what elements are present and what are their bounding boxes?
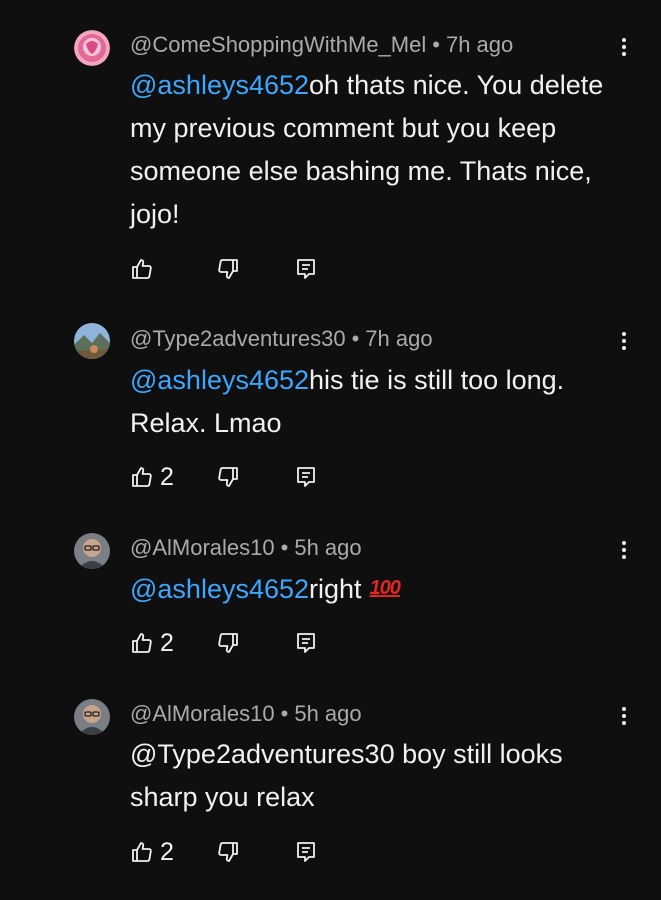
meta-separator: •	[432, 32, 440, 57]
thumbs-up-icon	[132, 842, 152, 862]
comment-body: right	[309, 574, 362, 604]
reply-icon	[297, 467, 315, 487]
comment-time: 7h ago	[445, 32, 514, 57]
like-count: 2	[160, 837, 174, 866]
like-button[interactable]: 2	[130, 628, 216, 658]
like-count: 2	[160, 462, 174, 491]
reply-button[interactable]	[294, 628, 324, 658]
reply-button[interactable]	[294, 837, 324, 867]
meta-separator: •	[280, 535, 289, 560]
hundred-points-emoji: 100	[369, 577, 401, 599]
like-count: 2	[160, 628, 174, 657]
thumbs-down-icon	[218, 842, 238, 862]
comment-body: @Type2adventures30 boy still looks sharp…	[130, 739, 563, 812]
mention-link[interactable]: @ashleys4652	[130, 365, 309, 395]
avatar[interactable]	[74, 699, 110, 735]
dislike-button[interactable]	[216, 837, 294, 867]
reply-icon	[297, 842, 315, 862]
thumbs-down-icon	[218, 467, 238, 487]
more-options-icon[interactable]	[612, 328, 636, 356]
like-button[interactable]: 2	[130, 837, 216, 867]
comment-actions: 2	[130, 837, 324, 867]
comment-text: @ashleys4652his tie is still too long. R…	[130, 359, 630, 445]
avatar[interactable]	[74, 323, 110, 359]
comment-author[interactable]: @AlMorales10	[130, 535, 275, 560]
meta-separator: •	[280, 701, 289, 726]
like-button[interactable]: 2	[130, 462, 216, 492]
like-button[interactable]	[130, 254, 216, 284]
more-options-icon[interactable]	[612, 703, 636, 731]
reply-icon	[297, 259, 315, 279]
dislike-button[interactable]	[216, 254, 294, 284]
avatar[interactable]	[74, 533, 110, 569]
comment-meta: @Type2adventures30 • 7h ago	[130, 325, 433, 353]
meta-separator: •	[351, 326, 360, 351]
comment-text: @ashleys4652right 100	[130, 567, 630, 611]
comment-meta: @ComeShoppingWithMe_Mel • 7h ago	[130, 31, 513, 59]
reply-button[interactable]	[294, 462, 324, 492]
comment-text: @ashleys4652oh thats nice. You delete my…	[130, 64, 630, 236]
mention-link[interactable]: @ashleys4652	[130, 574, 309, 604]
comment-actions: 2	[130, 462, 324, 492]
reply-button[interactable]	[294, 254, 324, 284]
thumbs-up-icon	[132, 259, 152, 279]
comment-meta: @AlMorales10 • 5h ago	[130, 700, 362, 728]
thumbs-up-icon	[132, 467, 152, 487]
dislike-button[interactable]	[216, 462, 294, 492]
comment-time: 7h ago	[365, 326, 433, 351]
mention-link[interactable]: @ashleys4652	[130, 70, 309, 100]
comment-actions	[130, 254, 324, 284]
thumbs-up-icon	[132, 633, 152, 653]
more-options-icon[interactable]	[612, 537, 636, 565]
more-options-icon[interactable]	[612, 34, 636, 62]
dislike-button[interactable]	[216, 628, 294, 658]
comment-actions: 2	[130, 628, 324, 658]
comment-author[interactable]: @AlMorales10	[130, 701, 275, 726]
comment-author[interactable]: @Type2adventures30	[130, 326, 346, 351]
comment-time: 5h ago	[294, 701, 362, 726]
thumbs-down-icon	[218, 633, 238, 653]
reply-icon	[297, 633, 315, 653]
avatar[interactable]	[74, 30, 110, 66]
comment-text: @Type2adventures30 boy still looks sharp…	[130, 733, 630, 819]
comment-time: 5h ago	[294, 535, 362, 560]
comment-meta: @AlMorales10 • 5h ago	[130, 534, 362, 562]
comment-author[interactable]: @ComeShoppingWithMe_Mel	[130, 32, 426, 57]
thumbs-down-icon	[218, 259, 238, 279]
